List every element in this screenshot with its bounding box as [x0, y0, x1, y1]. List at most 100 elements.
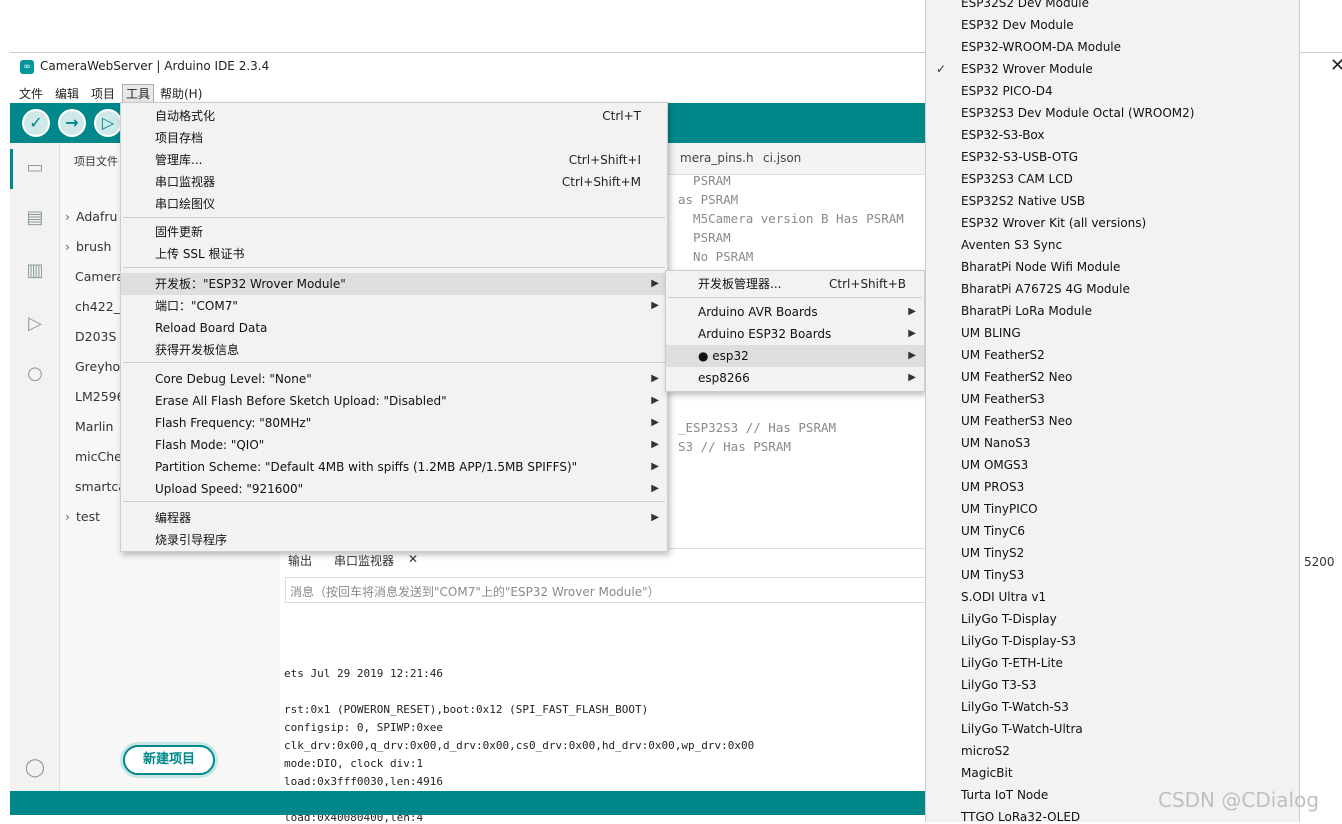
- debug-icon[interactable]: ▷: [22, 311, 48, 337]
- tools-menu-item[interactable]: Core Debug Level: "None" ▶: [121, 368, 667, 390]
- serial-message-input[interactable]: 消息（按回车将消息发送到"COM7"上的"ESP32 Wrover Module…: [285, 577, 940, 603]
- tools-menu-item[interactable]: 项目存档: [121, 127, 667, 149]
- tab-ci-json[interactable]: ci.json: [763, 151, 801, 165]
- sketch-item[interactable]: › test: [65, 509, 100, 524]
- board-item[interactable]: ESP32-WROOM-DA Module: [961, 40, 1121, 54]
- board-item[interactable]: ESP32S3 Dev Module Octal (WROOM2): [961, 106, 1194, 120]
- menu-sketch[interactable]: 项目: [88, 85, 118, 102]
- board-item[interactable]: S.ODI Ultra v1: [961, 590, 1046, 604]
- tools-menu-item[interactable]: 获得开发板信息: [121, 339, 667, 361]
- board-item[interactable]: ESP32 Wrover Kit (all versions): [961, 216, 1146, 230]
- board-item[interactable]: LilyGo T-Watch-S3: [961, 700, 1069, 714]
- menu-item-label: 获得开发板信息: [155, 343, 240, 357]
- board-item[interactable]: MagicBit: [961, 766, 1013, 780]
- board-item[interactable]: UM TinyPICO: [961, 502, 1038, 516]
- board-item[interactable]: LilyGo T-Display-S3: [961, 634, 1076, 648]
- board-item[interactable]: UM BLING: [961, 326, 1021, 340]
- board-item[interactable]: LilyGo T-Watch-Ultra: [961, 722, 1083, 736]
- board-item[interactable]: ESP32-S3-USB-OTG: [961, 150, 1078, 164]
- board-submenu-item[interactable]: esp8266 ▶: [666, 367, 924, 389]
- tools-menu-item[interactable]: 编程器 ▶: [121, 507, 667, 529]
- debug-button[interactable]: ▷: [94, 109, 122, 137]
- tools-menu-item[interactable]: 串口绘图仪: [121, 193, 667, 215]
- board-submenu-item[interactable]: Arduino AVR Boards ▶: [666, 301, 924, 323]
- tools-menu-item[interactable]: 端口："COM7" ▶: [121, 295, 667, 317]
- board-item[interactable]: BharatPi Node Wifi Module: [961, 260, 1120, 274]
- sketch-item[interactable]: › brush: [65, 239, 111, 254]
- board-item[interactable]: ESP32 Dev Module: [961, 18, 1074, 32]
- tools-menu-item[interactable]: Flash Mode: "QIO" ▶: [121, 434, 667, 456]
- tools-menu-item[interactable]: 自动格式化 Ctrl+T: [121, 105, 667, 127]
- tools-menu-item[interactable]: Reload Board Data: [121, 317, 667, 339]
- library-icon[interactable]: ▥: [22, 258, 48, 284]
- search-icon[interactable]: ○: [22, 361, 48, 387]
- tools-menu-item[interactable]: 固件更新: [121, 221, 667, 243]
- close-window-button[interactable]: ✕: [1330, 55, 1342, 76]
- sketch-item[interactable]: › Adafru: [65, 209, 117, 224]
- baud-rate[interactable]: 5200: [1304, 555, 1335, 569]
- board-item[interactable]: UM OMGS3: [961, 458, 1028, 472]
- tools-menu-item[interactable]: 上传 SSL 根证书: [121, 243, 667, 265]
- chevron-right-icon: ▶: [651, 300, 659, 311]
- board-submenu-item[interactable]: 开发板管理器... Ctrl+Shift+B: [666, 273, 924, 295]
- board-item[interactable]: microS2: [961, 744, 1010, 758]
- chevron-right-icon: ▶: [651, 461, 659, 472]
- board-item[interactable]: ESP32 Wrover Module: [961, 62, 1093, 76]
- board-item[interactable]: UM TinyS2: [961, 546, 1024, 560]
- board-item[interactable]: LilyGo T-ETH-Lite: [961, 656, 1063, 670]
- board-item[interactable]: BharatPi A7672S 4G Module: [961, 282, 1130, 296]
- tools-menu-item[interactable]: Erase All Flash Before Sketch Upload: "D…: [121, 390, 667, 412]
- menu-item-label: Reload Board Data: [155, 321, 268, 335]
- board-item[interactable]: UM FeatherS3 Neo: [961, 414, 1072, 428]
- board-item[interactable]: ESP32-S3-Box: [961, 128, 1045, 142]
- close-tab-icon[interactable]: ✕: [408, 552, 418, 566]
- board-submenu-item[interactable]: Arduino ESP32 Boards ▶: [666, 323, 924, 345]
- menu-edit[interactable]: 编辑: [52, 85, 82, 102]
- menu-item-label: Core Debug Level: "None": [155, 372, 312, 386]
- board-item[interactable]: ESP32S2 Native USB: [961, 194, 1085, 208]
- tab-serial-monitor[interactable]: 串口监视器: [334, 552, 394, 569]
- board-item[interactable]: UM TinyS3: [961, 568, 1024, 582]
- code-line: No PSRAM: [678, 249, 754, 264]
- tab-output[interactable]: 输出: [288, 552, 312, 569]
- sketch-item-label: Adafru: [76, 209, 118, 224]
- tools-menu-item[interactable]: Flash Frequency: "80MHz" ▶: [121, 412, 667, 434]
- board-submenu-item[interactable]: ● esp32 ▶: [666, 345, 924, 367]
- tools-menu-item[interactable]: 开发板："ESP32 Wrover Module" ▶: [121, 273, 667, 295]
- tools-menu-item[interactable]: 烧录引导程序: [121, 529, 667, 551]
- sketch-item-label: Marlin: [75, 419, 114, 434]
- tools-menu-item[interactable]: 串口监视器 Ctrl+Shift+M: [121, 171, 667, 193]
- check-icon: ✓: [936, 62, 947, 76]
- verify-button[interactable]: ✓: [22, 109, 50, 137]
- tools-menu-item[interactable]: Upload Speed: "921600" ▶: [121, 478, 667, 500]
- tools-menu-item[interactable]: Partition Scheme: "Default 4MB with spif…: [121, 456, 667, 478]
- board-item[interactable]: ESP32S2 Dev Module: [961, 0, 1089, 10]
- board-item[interactable]: ESP32S3 CAM LCD: [961, 172, 1073, 186]
- board-item[interactable]: UM TinyC6: [961, 524, 1025, 538]
- account-icon[interactable]: ◯: [22, 755, 48, 781]
- upload-button[interactable]: →: [58, 109, 86, 137]
- menu-file[interactable]: 文件: [16, 85, 46, 102]
- board-item[interactable]: LilyGo T-Display: [961, 612, 1057, 626]
- sketch-item[interactable]: D203S: [75, 329, 116, 344]
- board-item[interactable]: UM NanoS3: [961, 436, 1030, 450]
- tools-menu-item[interactable]: 管理库... Ctrl+Shift+I: [121, 149, 667, 171]
- board-item[interactable]: Aventen S3 Sync: [961, 238, 1062, 252]
- chevron-right-icon: ▶: [908, 306, 916, 317]
- menu-tools[interactable]: 工具: [122, 84, 155, 103]
- board-item[interactable]: UM FeatherS2 Neo: [961, 370, 1072, 384]
- board-icon[interactable]: ▤: [22, 205, 48, 231]
- board-item[interactable]: BharatPi LoRa Module: [961, 304, 1092, 318]
- folder-icon[interactable]: ▭: [22, 155, 48, 181]
- board-item[interactable]: UM FeatherS2: [961, 348, 1045, 362]
- board-item[interactable]: UM PROS3: [961, 480, 1024, 494]
- sketch-item[interactable]: Marlin: [75, 419, 113, 434]
- board-item[interactable]: LilyGo T3-S3: [961, 678, 1036, 692]
- menu-item-label: Partition Scheme: "Default 4MB with spif…: [155, 460, 578, 474]
- board-item[interactable]: ESP32 PICO-D4: [961, 84, 1053, 98]
- tab-camera-pins[interactable]: mera_pins.h: [680, 151, 754, 165]
- menu-help[interactable]: 帮助(H): [157, 85, 205, 102]
- board-item[interactable]: Turta IoT Node: [961, 788, 1048, 802]
- new-project-button[interactable]: 新建项目: [123, 745, 215, 775]
- board-item[interactable]: UM FeatherS3: [961, 392, 1045, 406]
